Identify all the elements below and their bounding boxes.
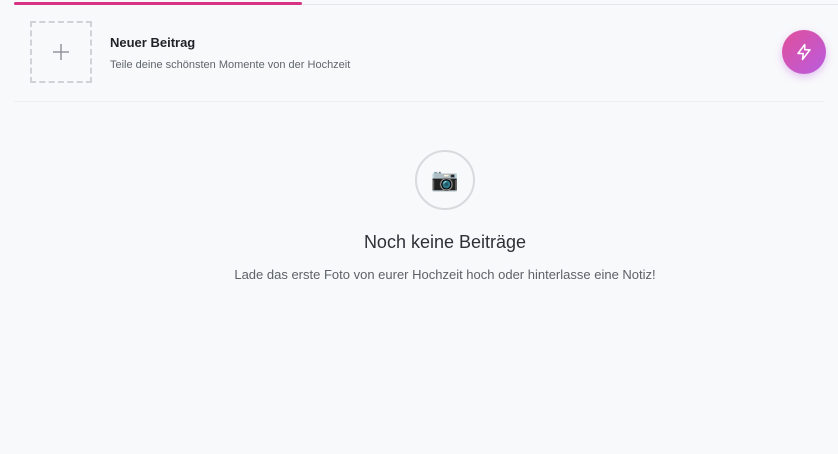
lightning-icon (797, 43, 811, 61)
empty-state-title: Noch keine Beiträge (363, 232, 527, 252)
add-post-button[interactable] (30, 21, 92, 83)
quick-action-button[interactable] (782, 30, 826, 74)
new-post-composer[interactable]: Neuer Beitrag Teile deine schönsten Mome… (14, 5, 824, 102)
new-post-title[interactable]: Neuer Beitrag (110, 35, 195, 50)
new-post-subtitle: Teile deine schönsten Momente von der Ho… (110, 59, 351, 71)
feed-page: Neuer Beitrag Teile deine schönsten Mome… (0, 0, 838, 454)
empty-state-message: Lade das erste Foto von eurer Hochzeit h… (234, 267, 656, 282)
empty-state: 📷 Noch keine Beiträge Lade das erste Fot… (0, 150, 838, 282)
camera-icon: 📷 (415, 150, 475, 210)
plus-icon (53, 44, 69, 60)
